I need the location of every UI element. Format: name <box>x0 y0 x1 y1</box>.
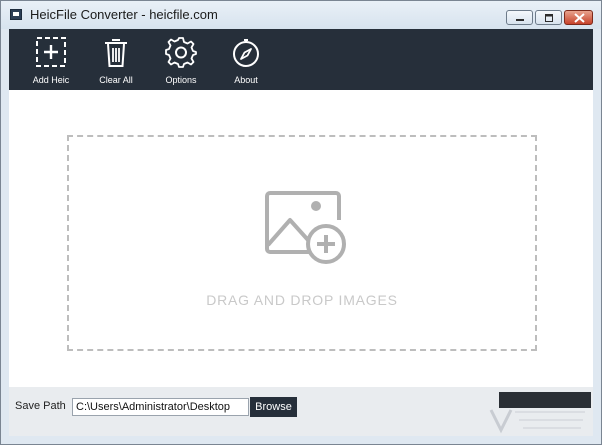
drop-zone-text: DRAG AND DROP IMAGES <box>206 292 398 308</box>
options-button[interactable]: Options <box>149 29 213 90</box>
maximize-icon <box>545 14 553 22</box>
app-window: HeicFile Converter - heicfile.com Add He <box>0 0 602 445</box>
drop-zone[interactable]: DRAG AND DROP IMAGES <box>67 135 537 351</box>
gear-icon <box>165 37 197 68</box>
clear-all-button[interactable]: Clear All <box>84 29 148 90</box>
app-icon <box>10 9 22 20</box>
bottom-bar: Save Path Browse <box>9 387 593 436</box>
add-heic-label: Add Heic <box>32 75 70 85</box>
close-button[interactable] <box>564 10 593 25</box>
toolbar: Add Heic Clear All Options About <box>9 29 593 90</box>
close-icon <box>574 13 585 23</box>
minimize-icon <box>516 19 524 21</box>
compass-icon <box>233 39 259 67</box>
trash-icon <box>105 39 127 67</box>
save-path-label: Save Path <box>15 400 66 412</box>
maximize-button[interactable] <box>535 10 562 25</box>
options-label: Options <box>165 75 197 85</box>
about-button[interactable]: About <box>214 29 278 90</box>
add-file-icon <box>36 37 66 67</box>
window-title: HeicFile Converter - heicfile.com <box>30 7 218 22</box>
watermark <box>485 390 591 434</box>
minimize-button[interactable] <box>506 10 533 25</box>
add-image-icon <box>265 191 346 264</box>
main-content: DRAG AND DROP IMAGES <box>9 90 593 387</box>
watermark-logo-icon <box>489 409 585 434</box>
about-label: About <box>234 75 258 85</box>
title-bar[interactable]: HeicFile Converter - heicfile.com <box>1 1 601 29</box>
add-heic-button[interactable]: Add Heic <box>19 29 83 90</box>
browse-button[interactable]: Browse <box>250 397 297 417</box>
save-path-input[interactable] <box>72 398 249 416</box>
clear-all-label: Clear All <box>99 75 133 85</box>
